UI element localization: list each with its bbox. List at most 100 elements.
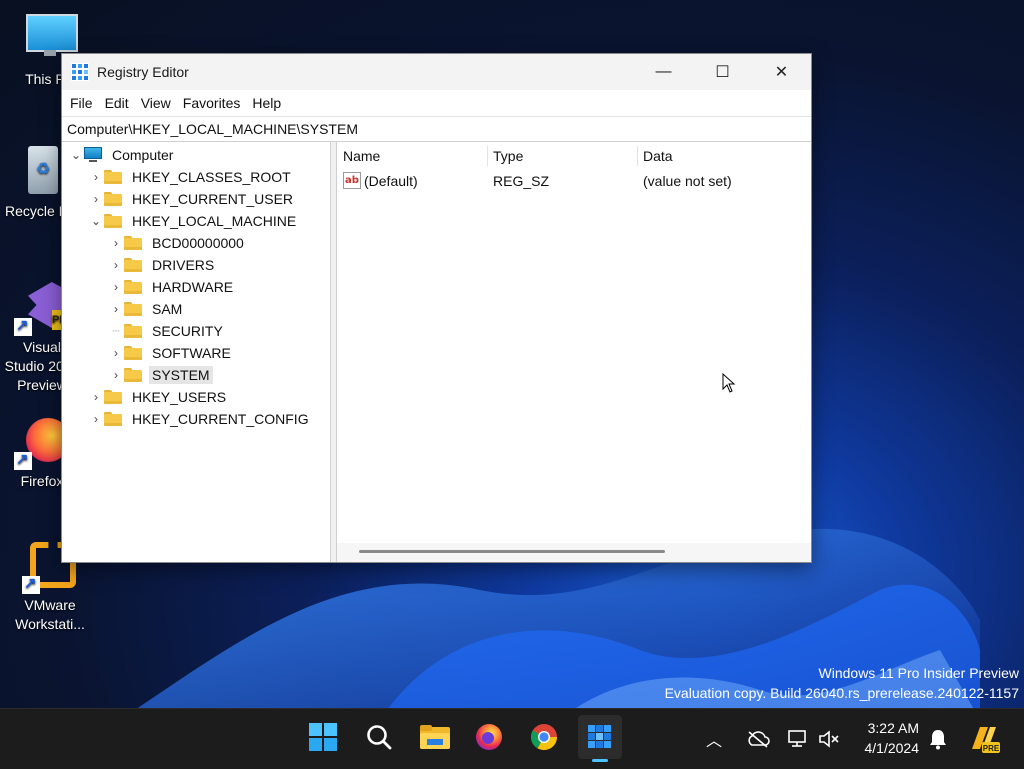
svg-text:PRE: PRE (983, 744, 1000, 753)
chevron-down-icon[interactable]: ⌄ (68, 144, 84, 166)
tree-item-sam[interactable]: › SAM (108, 298, 185, 320)
firefox-button[interactable] (467, 715, 511, 759)
evaluation-watermark: Windows 11 Pro Insider Preview Evaluatio… (665, 663, 1019, 703)
folder-icon (124, 280, 142, 294)
tree-item-hardware[interactable]: › HARDWARE (108, 276, 236, 298)
registry-editor-taskbar-button[interactable] (578, 715, 622, 762)
tree-item-hkey-local-machine[interactable]: ⌄ HKEY_LOCAL_MACHINE (88, 210, 299, 232)
chrome-button[interactable] (522, 715, 566, 759)
tree-item-hkey-current-config[interactable]: › HKEY_CURRENT_CONFIG (88, 408, 312, 430)
folder-icon (104, 192, 122, 206)
clock-time: 3:22 AM (867, 720, 919, 736)
tree-connector: ┄ (112, 324, 120, 338)
chevron-right-icon[interactable]: › (108, 298, 124, 320)
values-list-pane[interactable]: Name Type Data ab (Default) REG_SZ (valu… (337, 142, 811, 562)
folder-icon (124, 368, 142, 382)
tree-item-label: HKEY_USERS (132, 389, 227, 405)
menu-file[interactable]: File (64, 90, 99, 116)
chevron-right-icon[interactable]: › (108, 342, 124, 364)
folder-icon (124, 258, 142, 272)
tree-item-label: HKEY_CLASSES_ROOT (132, 169, 291, 185)
tree-item-label: DRIVERS (152, 257, 215, 273)
chrome-icon (530, 724, 558, 751)
tree-item-label: SECURITY (152, 323, 223, 339)
folder-icon (104, 170, 122, 184)
tree-item-hkey-classes-root[interactable]: › HKEY_CLASSES_ROOT (88, 166, 294, 188)
chevron-right-icon[interactable]: › (88, 386, 104, 408)
registry-editor-icon (588, 725, 611, 748)
windows-logo-icon (309, 723, 337, 751)
folder-icon (104, 214, 122, 228)
key-tree-pane[interactable]: ⌄ Computer › HKEY_CLASSES_ROOT › HKEY_CU… (62, 142, 331, 562)
volume-muted-icon[interactable] (818, 729, 840, 749)
menu-view[interactable]: View (135, 90, 177, 116)
value-type: REG_SZ (493, 173, 550, 189)
search-icon (367, 725, 392, 750)
tree-item-hkey-current-user[interactable]: › HKEY_CURRENT_USER (88, 188, 296, 210)
start-button[interactable] (301, 715, 345, 759)
active-app-indicator (592, 759, 608, 762)
title-bar[interactable]: Registry Editor — ☐ ✕ (62, 54, 811, 90)
tree-item-system[interactable]: › SYSTEM (108, 364, 213, 386)
registry-editor-window[interactable]: Registry Editor — ☐ ✕ File Edit View Fav… (61, 53, 812, 563)
clock-date: 4/1/2024 (864, 740, 920, 756)
watermark-line-2: Evaluation copy. Build 26040.rs_prerelea… (664, 685, 1019, 701)
chevron-down-icon[interactable]: ⌄ (88, 210, 104, 232)
file-explorer-button[interactable] (413, 715, 457, 759)
chevron-right-icon[interactable]: › (88, 166, 104, 188)
menu-bar: File Edit View Favorites Help (62, 90, 811, 116)
menu-edit[interactable]: Edit (99, 90, 135, 116)
tree-item-label: Computer (112, 147, 174, 163)
tree-item-computer[interactable]: ⌄ Computer (68, 144, 176, 166)
tree-item-hkey-users[interactable]: › HKEY_USERS (88, 386, 229, 408)
string-value-icon: ab (343, 172, 361, 189)
column-header-type[interactable]: Type (493, 142, 523, 170)
system-clock[interactable]: 3:22 AM 4/1/2024 (865, 718, 920, 758)
column-header-name[interactable]: Name (343, 142, 380, 170)
value-row[interactable]: ab (Default) REG_SZ (value not set) (337, 170, 811, 192)
tree-item-label: SOFTWARE (152, 345, 231, 361)
notification-bell-icon[interactable] (928, 728, 948, 750)
horizontal-scrollbar[interactable] (337, 543, 811, 562)
search-button[interactable] (357, 715, 401, 759)
chevron-right-icon[interactable]: › (88, 408, 104, 430)
desktop-icon-label: VMware Workstati... (15, 597, 85, 632)
column-divider[interactable] (637, 146, 638, 166)
chevron-right-icon[interactable]: › (108, 364, 124, 386)
chevron-right-icon[interactable]: › (108, 232, 124, 254)
tree-item-software[interactable]: › SOFTWARE (108, 342, 234, 364)
value-data: (value not set) (643, 173, 732, 189)
chevron-right-icon[interactable]: › (108, 254, 124, 276)
network-icon[interactable] (787, 729, 809, 749)
maximize-button[interactable]: ☐ (693, 54, 752, 90)
watermark-line-1: Windows 11 Pro Insider Preview (818, 665, 1019, 681)
address-bar[interactable]: Computer\HKEY_LOCAL_MACHINE\SYSTEM (62, 116, 811, 142)
tree-item-label: HARDWARE (152, 279, 234, 295)
show-hidden-icons-chevron-icon[interactable]: ︿ (706, 727, 722, 751)
tree-item-label: BCD00000000 (152, 235, 244, 251)
tree-item-drivers[interactable]: › DRIVERS (108, 254, 217, 276)
folder-icon (124, 346, 142, 360)
mouse-cursor-icon (722, 373, 736, 393)
tree-item-label: SYSTEM (149, 366, 213, 384)
window-title: Registry Editor (97, 64, 189, 80)
folder-icon (124, 324, 142, 338)
menu-favorites[interactable]: Favorites (177, 90, 247, 116)
tree-item-security[interactable]: ┄ SECURITY (108, 320, 226, 342)
firefox-icon (476, 724, 502, 750)
chevron-right-icon[interactable]: › (88, 188, 104, 210)
registry-editor-icon (71, 63, 89, 81)
menu-help[interactable]: Help (246, 90, 287, 116)
column-header-data[interactable]: Data (643, 142, 673, 170)
onedrive-icon[interactable] (746, 730, 770, 748)
folder-icon (104, 412, 122, 426)
tree-item-bcd[interactable]: › BCD00000000 (108, 232, 247, 254)
column-divider[interactable] (487, 146, 488, 166)
chevron-right-icon[interactable]: › (108, 276, 124, 298)
scrollbar-thumb[interactable] (359, 550, 665, 553)
close-button[interactable]: ✕ (752, 54, 811, 90)
folder-icon (124, 302, 142, 316)
minimize-button[interactable]: — (634, 54, 693, 90)
folder-icon (104, 390, 122, 404)
copilot-preview-icon[interactable]: PRE (968, 723, 1000, 755)
